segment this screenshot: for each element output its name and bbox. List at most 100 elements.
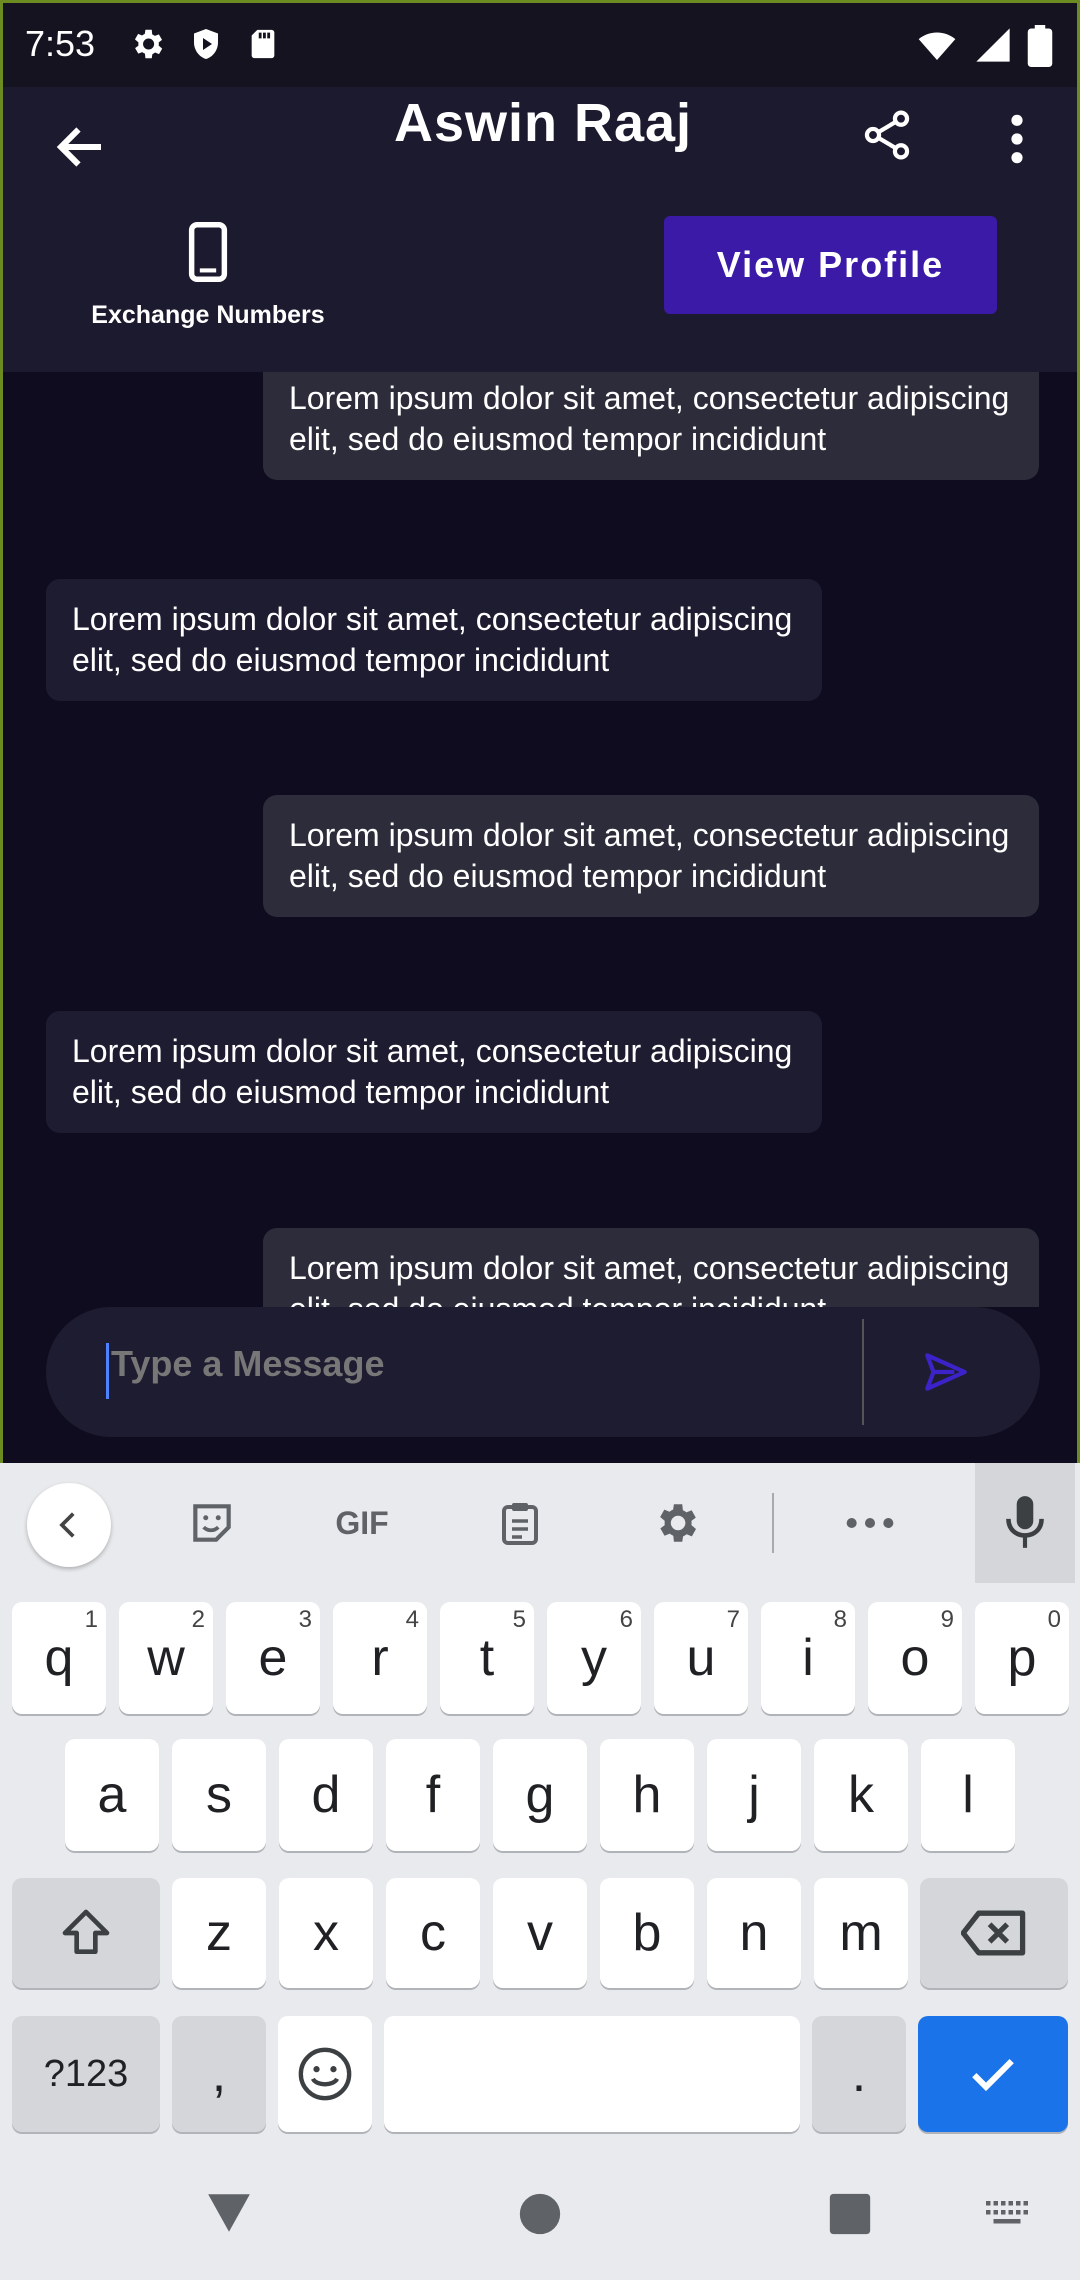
- send-icon[interactable]: [918, 1347, 974, 1397]
- shield-play-icon: [194, 29, 218, 59]
- key-number-hint: 7: [726, 1606, 740, 1633]
- key-e[interactable]: e3: [226, 1602, 320, 1714]
- gif-button[interactable]: GIF: [330, 1491, 394, 1555]
- key-label: o: [900, 1629, 930, 1687]
- emoji-key[interactable]: [278, 2016, 372, 2132]
- key-v[interactable]: v: [493, 1878, 587, 1988]
- key-c[interactable]: c: [386, 1878, 480, 1988]
- keyboard-back-button[interactable]: [27, 1483, 111, 1567]
- message-input[interactable]: Type a Message: [106, 1343, 806, 1399]
- key-l[interactable]: l: [921, 1739, 1015, 1851]
- composer-divider: [862, 1319, 864, 1425]
- checkmark-icon: [972, 2059, 1014, 2092]
- nav-home-icon[interactable]: [518, 2192, 562, 2236]
- nav-back-icon[interactable]: [204, 2190, 254, 2236]
- key-b[interactable]: b: [600, 1878, 694, 1988]
- key-n[interactable]: n: [707, 1878, 801, 1988]
- comma-key[interactable]: ,: [172, 2016, 266, 2132]
- key-number-hint: 0: [1047, 1606, 1061, 1633]
- more-toolbar-button[interactable]: [838, 1491, 902, 1555]
- gear-icon: [660, 1504, 696, 1542]
- key-p[interactable]: p0: [975, 1602, 1069, 1714]
- key-t[interactable]: t5: [440, 1602, 534, 1714]
- enter-key[interactable]: [918, 2016, 1068, 2132]
- message-list[interactable]: Lorem ipsum dolor sit amet, consectetur …: [3, 372, 1077, 1307]
- key-k[interactable]: k: [814, 1739, 908, 1851]
- key-j[interactable]: j: [707, 1739, 801, 1851]
- key-r[interactable]: r4: [333, 1602, 427, 1714]
- key-number-hint: 4: [405, 1606, 419, 1633]
- backspace-key[interactable]: [920, 1878, 1068, 1988]
- sd-card-icon: [251, 29, 275, 59]
- key-d[interactable]: d: [279, 1739, 373, 1851]
- chevron-left-icon: [59, 1512, 75, 1538]
- keyboard-switch-icon[interactable]: [984, 2198, 1030, 2228]
- period-key[interactable]: .: [812, 2016, 906, 2132]
- settings-icon: [134, 29, 163, 59]
- status-notification-icons: [128, 25, 280, 63]
- key-label: u: [686, 1629, 716, 1687]
- key-number-hint: 1: [84, 1606, 98, 1633]
- sticker-button[interactable]: [180, 1491, 244, 1555]
- key-number-hint: 2: [191, 1606, 205, 1633]
- soft-keyboard: GIF ?123 , . q1w2e3 r 4 t 5 y 6 u 7 i 8 …: [0, 1463, 1080, 2280]
- key-g[interactable]: g: [493, 1739, 587, 1851]
- key-u[interactable]: u7: [654, 1602, 748, 1714]
- key-y[interactable]: y6: [547, 1602, 641, 1714]
- message-bubble-outgoing: Lorem ipsum dolor sit amet, consectetur …: [263, 372, 1039, 480]
- key-number-hint: 5: [512, 1606, 526, 1633]
- view-profile-button[interactable]: View Profile: [664, 216, 997, 314]
- key-m[interactable]: m: [814, 1878, 908, 1988]
- clipboard-button[interactable]: [488, 1491, 552, 1555]
- key-h[interactable]: h: [600, 1739, 694, 1851]
- phone-icon: [188, 222, 228, 282]
- more-options-icon[interactable]: [997, 111, 1037, 167]
- backspace-icon: [961, 1910, 1026, 1956]
- key-w[interactable]: w2: [119, 1602, 213, 1714]
- signal-icon: [976, 28, 1010, 62]
- space-key[interactable]: [384, 2016, 800, 2132]
- key-f[interactable]: f: [386, 1739, 480, 1851]
- key-label: r: [371, 1629, 389, 1687]
- exchange-numbers-button[interactable]: Exchange Numbers: [63, 222, 353, 330]
- key-number-hint: 9: [940, 1606, 954, 1633]
- battery-icon: [1027, 25, 1053, 67]
- key-label: p: [1007, 1629, 1037, 1687]
- emoji-icon: [298, 2047, 352, 2101]
- key-number-hint: 8: [833, 1606, 847, 1633]
- sticker-icon: [193, 1504, 231, 1542]
- status-time: 7:53: [25, 23, 96, 64]
- shift-key[interactable]: [12, 1878, 160, 1988]
- key-number-hint: 3: [298, 1606, 312, 1633]
- key-s[interactable]: s: [172, 1739, 266, 1851]
- key-z[interactable]: z: [172, 1878, 266, 1988]
- contact-name: Aswin Raaj: [393, 93, 693, 153]
- key-label: w: [147, 1629, 185, 1687]
- share-icon[interactable]: [859, 107, 915, 163]
- keyboard-settings-button[interactable]: [644, 1491, 708, 1555]
- key-a[interactable]: a: [65, 1739, 159, 1851]
- toolbar-divider: [772, 1493, 774, 1553]
- shift-icon: [62, 1909, 110, 1954]
- exchange-numbers-label: Exchange Numbers: [91, 301, 325, 329]
- message-bubble-outgoing: Lorem ipsum dolor sit amet, consectetur …: [263, 1228, 1039, 1307]
- message-bubble-incoming: Lorem ipsum dolor sit amet, consectetur …: [46, 1011, 822, 1133]
- system-navigation-bar: [0, 2170, 1080, 2280]
- key-x[interactable]: x: [279, 1878, 373, 1988]
- key-label: t: [479, 1629, 495, 1687]
- status-system-icons: [915, 25, 1053, 67]
- key-o[interactable]: o9: [868, 1602, 962, 1714]
- key-q[interactable]: q1: [12, 1602, 106, 1714]
- more-horizontal-icon: [846, 1518, 894, 1528]
- keyboard-toolbar: GIF: [0, 1463, 1080, 1583]
- key-i[interactable]: i8: [761, 1602, 855, 1714]
- status-bar: 7:53: [3, 3, 1077, 87]
- clipboard-icon: [502, 1503, 538, 1545]
- message-bubble-incoming: Lorem ipsum dolor sit amet, consectetur …: [46, 579, 822, 701]
- wifi-icon: [918, 32, 956, 60]
- nav-recents-icon[interactable]: [828, 2192, 872, 2236]
- key-label: i: [802, 1629, 814, 1687]
- message-bubble-outgoing: Lorem ipsum dolor sit amet, consectetur …: [263, 795, 1039, 917]
- symbols-key[interactable]: ?123: [12, 2016, 160, 2132]
- voice-input-button[interactable]: [975, 1463, 1075, 1583]
